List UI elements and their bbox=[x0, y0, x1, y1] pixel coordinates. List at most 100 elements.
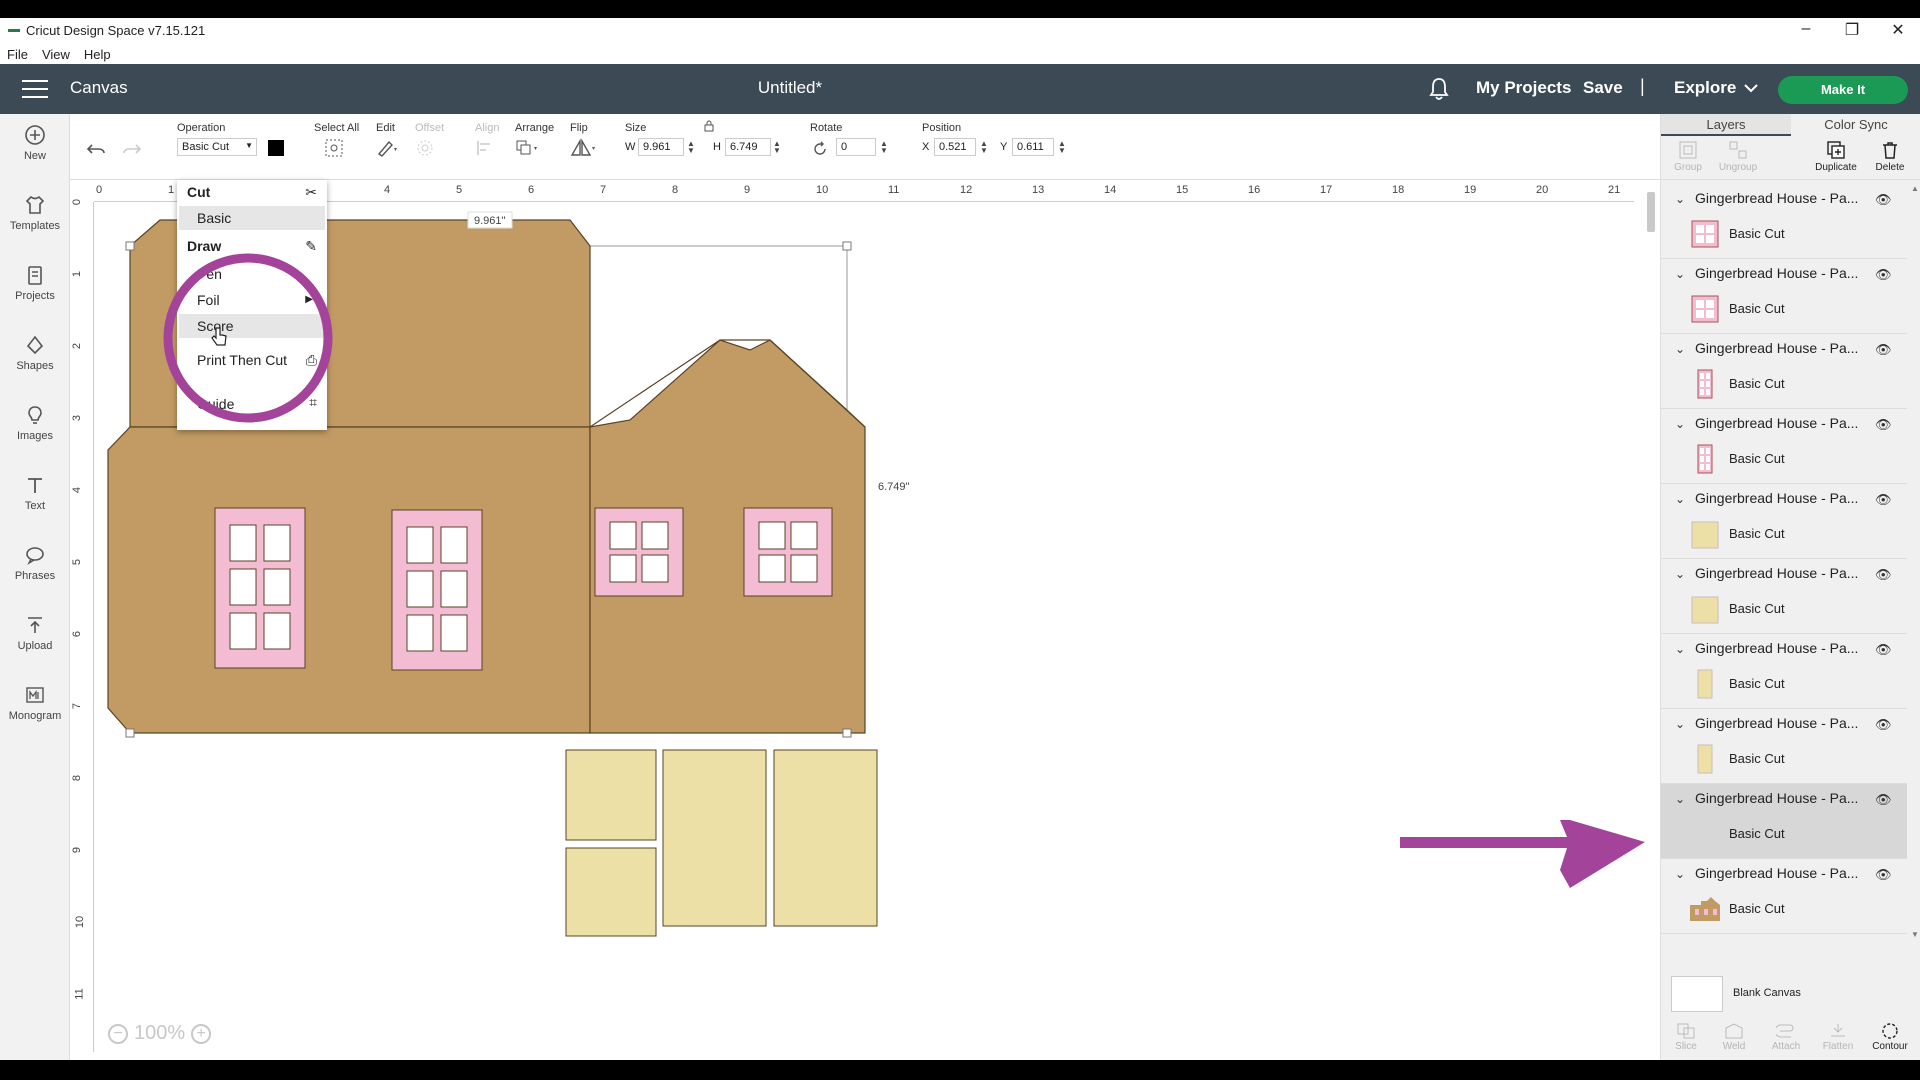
layer-group[interactable]: ⌄ Gingerbread House - Pa... 👁 Basic Cut bbox=[1661, 334, 1907, 409]
tool-new[interactable]: New bbox=[0, 124, 70, 162]
eye-icon[interactable]: 👁 bbox=[1875, 717, 1892, 733]
chevron-down-icon[interactable]: ⌄ bbox=[1675, 717, 1685, 731]
explore-button[interactable]: Explore bbox=[1674, 78, 1759, 98]
chevron-down-icon[interactable]: ⌄ bbox=[1675, 417, 1685, 431]
minimize-icon[interactable]: – bbox=[1798, 20, 1814, 40]
tool-templates[interactable]: Templates bbox=[0, 194, 70, 232]
menu-help[interactable]: Help bbox=[84, 47, 111, 62]
delete-button[interactable]: Delete bbox=[1865, 140, 1915, 173]
chevron-down-icon[interactable]: ⌄ bbox=[1675, 792, 1685, 806]
flatten-button[interactable]: Flatten bbox=[1815, 1022, 1861, 1052]
chevron-down-icon[interactable]: ⌄ bbox=[1675, 567, 1685, 581]
rotate-input[interactable]: 0 bbox=[836, 138, 876, 156]
layer-group[interactable]: ⌄ Gingerbread House - Pa... 👁 Basic Cut bbox=[1661, 709, 1907, 784]
arrange-control[interactable]: Arrange bbox=[515, 122, 554, 161]
yellow-panel[interactable] bbox=[565, 847, 657, 937]
menu-item-basic[interactable]: Basic bbox=[179, 206, 325, 230]
rotate-stepper[interactable]: ▲ ▼ bbox=[880, 140, 888, 155]
my-projects-button[interactable]: My Projects bbox=[1476, 78, 1571, 98]
select-all-control[interactable]: Select All bbox=[314, 122, 359, 161]
eye-icon[interactable]: 👁 bbox=[1875, 417, 1892, 433]
tool-phrases[interactable]: Phrases bbox=[0, 544, 70, 582]
weld-button[interactable]: Weld bbox=[1711, 1022, 1757, 1052]
window-small-1[interactable] bbox=[594, 507, 684, 597]
menu-view[interactable]: View bbox=[42, 47, 70, 62]
group-button[interactable]: Group bbox=[1663, 140, 1713, 173]
eye-icon[interactable]: 👁 bbox=[1875, 867, 1892, 883]
y-position-input[interactable]: 0.611 bbox=[1012, 138, 1054, 156]
attach-button[interactable]: Attach bbox=[1763, 1022, 1809, 1052]
eye-icon[interactable]: 👁 bbox=[1875, 492, 1892, 508]
menu-file[interactable]: File bbox=[7, 47, 28, 62]
window-small-2[interactable] bbox=[743, 507, 833, 597]
scroll-thumb[interactable] bbox=[1647, 192, 1655, 232]
zoom-out-icon[interactable]: − bbox=[108, 1023, 128, 1044]
contour-button[interactable]: Contour bbox=[1867, 1022, 1913, 1052]
duplicate-button[interactable]: Duplicate bbox=[1811, 140, 1861, 173]
y-position-stepper[interactable]: ▲ ▼ bbox=[1058, 140, 1066, 155]
blank-canvas-row[interactable]: Blank Canvas bbox=[1661, 972, 1920, 1016]
resize-handle[interactable] bbox=[125, 728, 135, 738]
undo-icon[interactable] bbox=[86, 142, 106, 158]
layer-group[interactable]: ⌄ Gingerbread House - Pa... 👁 Basic Cut bbox=[1661, 634, 1907, 709]
redo-icon[interactable] bbox=[122, 142, 142, 158]
window-large-2[interactable] bbox=[391, 509, 483, 671]
layer-group[interactable]: ⌄ Gingerbread House - Pa... 👁 Basic Cut bbox=[1661, 559, 1907, 634]
eye-icon[interactable]: 👁 bbox=[1875, 192, 1892, 208]
edit-control[interactable]: Edit bbox=[376, 122, 400, 161]
eye-icon[interactable]: 👁 bbox=[1875, 342, 1892, 358]
tool-monogram[interactable]: Monogram bbox=[0, 684, 70, 722]
width-stepper[interactable]: ▲ ▼ bbox=[687, 140, 695, 155]
vertical-scrollbar[interactable] bbox=[1645, 180, 1657, 1060]
yellow-panel[interactable] bbox=[773, 749, 878, 927]
x-position-input[interactable]: 0.521 bbox=[934, 138, 976, 156]
x-position-stepper[interactable]: ▲ ▼ bbox=[980, 140, 988, 155]
tab-color-sync[interactable]: Color Sync bbox=[1791, 114, 1920, 136]
height-input[interactable]: 6.749 bbox=[725, 138, 771, 156]
zoom-in-icon[interactable]: + bbox=[191, 1023, 212, 1044]
layer-group[interactable]: ⌄ Gingerbread House - Pa... 👁 Basic Cut bbox=[1661, 784, 1907, 859]
chevron-down-icon[interactable]: ⌄ bbox=[1675, 492, 1685, 506]
yellow-panel[interactable] bbox=[565, 749, 657, 841]
layer-group[interactable]: ⌄ Gingerbread House - Pa... 👁 Basic Cut bbox=[1661, 259, 1907, 334]
color-swatch[interactable] bbox=[268, 140, 284, 156]
height-stepper[interactable]: ▲ ▼ bbox=[773, 140, 781, 155]
save-button[interactable]: Save bbox=[1583, 78, 1623, 98]
eye-icon[interactable]: 👁 bbox=[1875, 267, 1892, 283]
layer-group[interactable]: ⌄ Gingerbread House - Pa... 👁 Basic Cut bbox=[1661, 184, 1907, 259]
chevron-down-icon[interactable]: ⌄ bbox=[1675, 267, 1685, 281]
eye-icon[interactable]: 👁 bbox=[1875, 567, 1892, 583]
restore-icon[interactable]: ❐ bbox=[1844, 20, 1860, 40]
tool-projects[interactable]: Projects bbox=[0, 264, 70, 302]
flip-control[interactable]: Flip bbox=[570, 122, 598, 161]
chevron-down-icon[interactable]: ⌄ bbox=[1675, 642, 1685, 656]
window-large-1[interactable] bbox=[214, 507, 306, 669]
make-it-button[interactable]: Make It bbox=[1778, 76, 1908, 104]
layer-list-scrollbar[interactable]: ▲ ▼ bbox=[1909, 184, 1919, 939]
close-icon[interactable]: ✕ bbox=[1890, 20, 1906, 40]
width-input[interactable]: 9.961 bbox=[638, 138, 684, 156]
slice-button[interactable]: Slice bbox=[1663, 1022, 1709, 1052]
chevron-down-icon[interactable]: ⌄ bbox=[1675, 192, 1685, 206]
resize-handle[interactable] bbox=[842, 728, 852, 738]
house-front-wall[interactable] bbox=[107, 426, 591, 734]
chevron-down-icon[interactable]: ⌄ bbox=[1675, 342, 1685, 356]
layer-group[interactable]: ⌄ Gingerbread House - Pa... 👁 Basic Cut bbox=[1661, 484, 1907, 559]
tool-upload[interactable]: Upload bbox=[0, 614, 70, 652]
chevron-down-icon[interactable]: ⌄ bbox=[1675, 867, 1685, 881]
resize-handle[interactable] bbox=[842, 241, 852, 251]
tool-shapes[interactable]: Shapes bbox=[0, 334, 70, 372]
ungroup-button[interactable]: Ungroup bbox=[1713, 140, 1763, 173]
notification-bell-icon[interactable] bbox=[1428, 76, 1450, 102]
yellow-panel[interactable] bbox=[662, 749, 767, 927]
lock-icon[interactable] bbox=[703, 120, 715, 132]
layer-group[interactable]: ⌄ Gingerbread House - Pa... 👁 Basic Cut bbox=[1661, 409, 1907, 484]
tool-text[interactable]: Text bbox=[0, 474, 70, 512]
operation-select[interactable]: Basic Cut ▼ bbox=[177, 138, 257, 156]
tool-images[interactable]: Images bbox=[0, 404, 70, 442]
resize-handle[interactable] bbox=[125, 241, 135, 251]
tab-layers[interactable]: Layers bbox=[1661, 114, 1791, 136]
layer-group[interactable]: ⌄ Gingerbread House - Pa... 👁 Basic Cut bbox=[1661, 859, 1907, 934]
eye-icon[interactable]: 👁 bbox=[1875, 792, 1892, 808]
eye-icon[interactable]: 👁 bbox=[1875, 642, 1892, 658]
